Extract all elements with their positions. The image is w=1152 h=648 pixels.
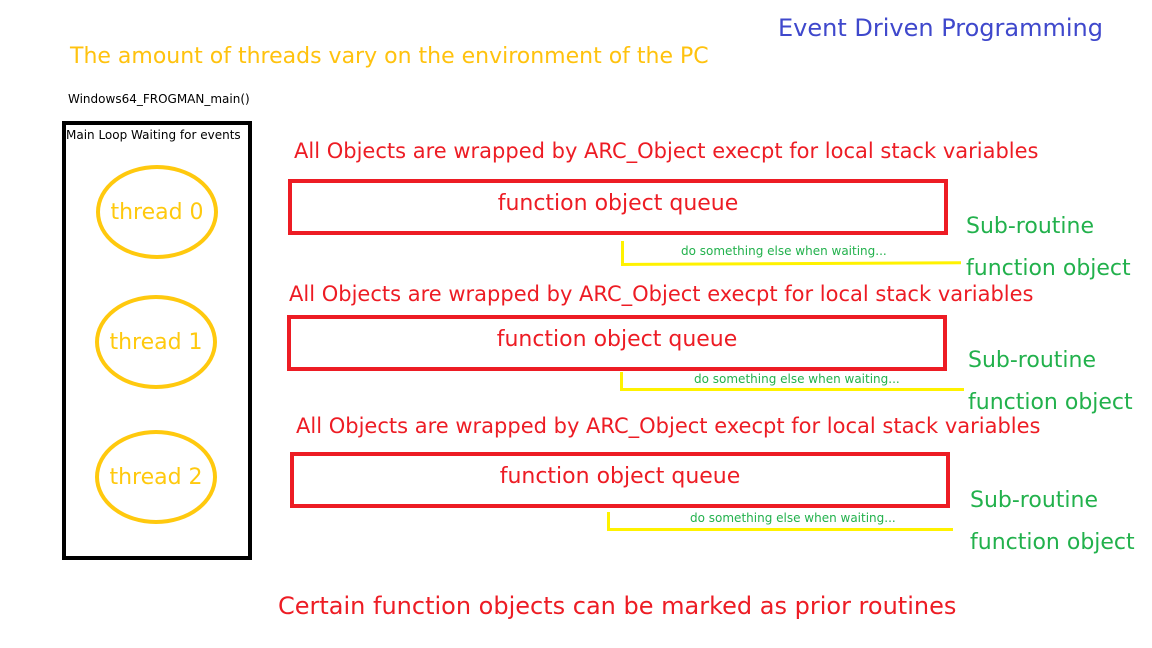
thread-0-label: thread 0 [110,199,204,225]
thread-0-ellipse: thread 0 [96,165,218,259]
thread-1-ellipse: thread 1 [95,295,217,389]
prior-routines-note: Certain function objects can be marked a… [278,592,957,620]
function-object-queue-2: function object queue [290,452,950,508]
waiting-label-0: do something else when waiting... [681,244,887,258]
function-object-label-2: function object [970,530,1135,555]
waiting-label-2: do something else when waiting... [690,511,896,525]
waiting-line-horizontal-1 [620,388,964,391]
function-object-label-1: function object [968,390,1133,415]
thread-count-note: The amount of threads vary on the enviro… [70,44,709,69]
thread-1-label: thread 1 [109,329,203,355]
function-object-label-0: function object [966,256,1131,281]
main-loop-label: Main Loop Waiting for events [66,128,241,142]
waiting-line-vertical-0 [621,241,624,265]
waiting-label-1: do something else when waiting... [694,372,900,386]
thread-2-label: thread 2 [109,464,203,490]
main-function-label: Windows64_FROGMAN_main() [68,92,250,106]
diagram-title: Event Driven Programming [778,14,1103,42]
subroutine-label-2: Sub-routine [970,488,1098,513]
arc-object-note-2: All Objects are wrapped by ARC_Object ex… [296,414,1041,438]
subroutine-label-0: Sub-routine [966,214,1094,239]
subroutine-label-1: Sub-routine [968,348,1096,373]
queue-label-0: function object queue [497,190,739,216]
thread-2-ellipse: thread 2 [95,430,217,524]
arc-object-note-0: All Objects are wrapped by ARC_Object ex… [294,139,1039,163]
waiting-line-horizontal-2 [607,528,953,531]
arc-object-note-1: All Objects are wrapped by ARC_Object ex… [289,282,1034,306]
function-object-queue-0: function object queue [288,179,948,235]
function-object-queue-1: function object queue [287,315,947,371]
queue-label-2: function object queue [499,463,741,489]
waiting-line-horizontal-0 [620,261,962,266]
queue-label-1: function object queue [496,326,738,352]
